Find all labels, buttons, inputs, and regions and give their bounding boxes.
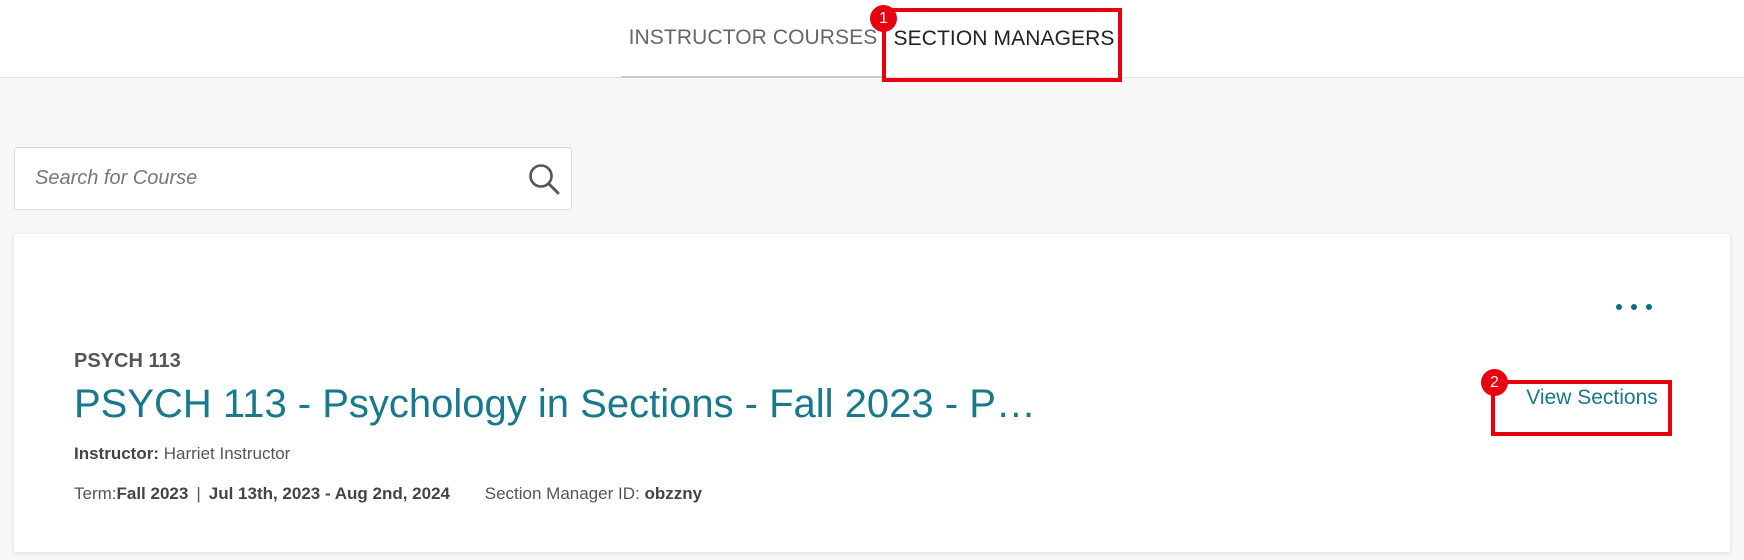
tab-instructor-courses[interactable]: INSTRUCTOR COURSES xyxy=(621,0,885,78)
course-code: PSYCH 113 xyxy=(74,350,181,372)
term-value: Fall 2023 xyxy=(116,484,189,503)
annotation-badge-2: 2 xyxy=(1481,369,1508,396)
course-title-link[interactable]: PSYCH 113 - Psychology in Sections - Fal… xyxy=(74,382,1049,427)
term-label: Term: xyxy=(74,484,117,503)
view-sections-button[interactable]: View Sections xyxy=(1512,374,1672,422)
separator: | xyxy=(196,484,201,503)
instructor-name: Harriet Instructor xyxy=(163,444,291,463)
date-range: Jul 13th, 2023 - Aug 2nd, 2024 xyxy=(208,484,450,503)
section-manager-label: Section Manager ID: xyxy=(484,484,640,503)
section-manager-id: obzzny xyxy=(644,484,703,503)
term-line: Term:Fall 2023 | Jul 13th, 2023 - Aug 2nd,… xyxy=(74,484,702,504)
course-card: PSYCH 113 PSYCH 113 - Psychology in Sect… xyxy=(14,234,1730,552)
search-icon[interactable] xyxy=(527,162,561,196)
tab-section-managers[interactable]: SECTION MANAGERS xyxy=(885,0,1123,78)
instructor-label: Instructor: xyxy=(74,444,159,463)
more-horizontal-icon[interactable] xyxy=(1614,300,1654,314)
course-search-box xyxy=(14,147,572,210)
instructor-line: Instructor: Harriet Instructor xyxy=(74,444,290,464)
annotation-badge-1: 1 xyxy=(870,5,897,32)
search-input[interactable] xyxy=(35,148,505,209)
